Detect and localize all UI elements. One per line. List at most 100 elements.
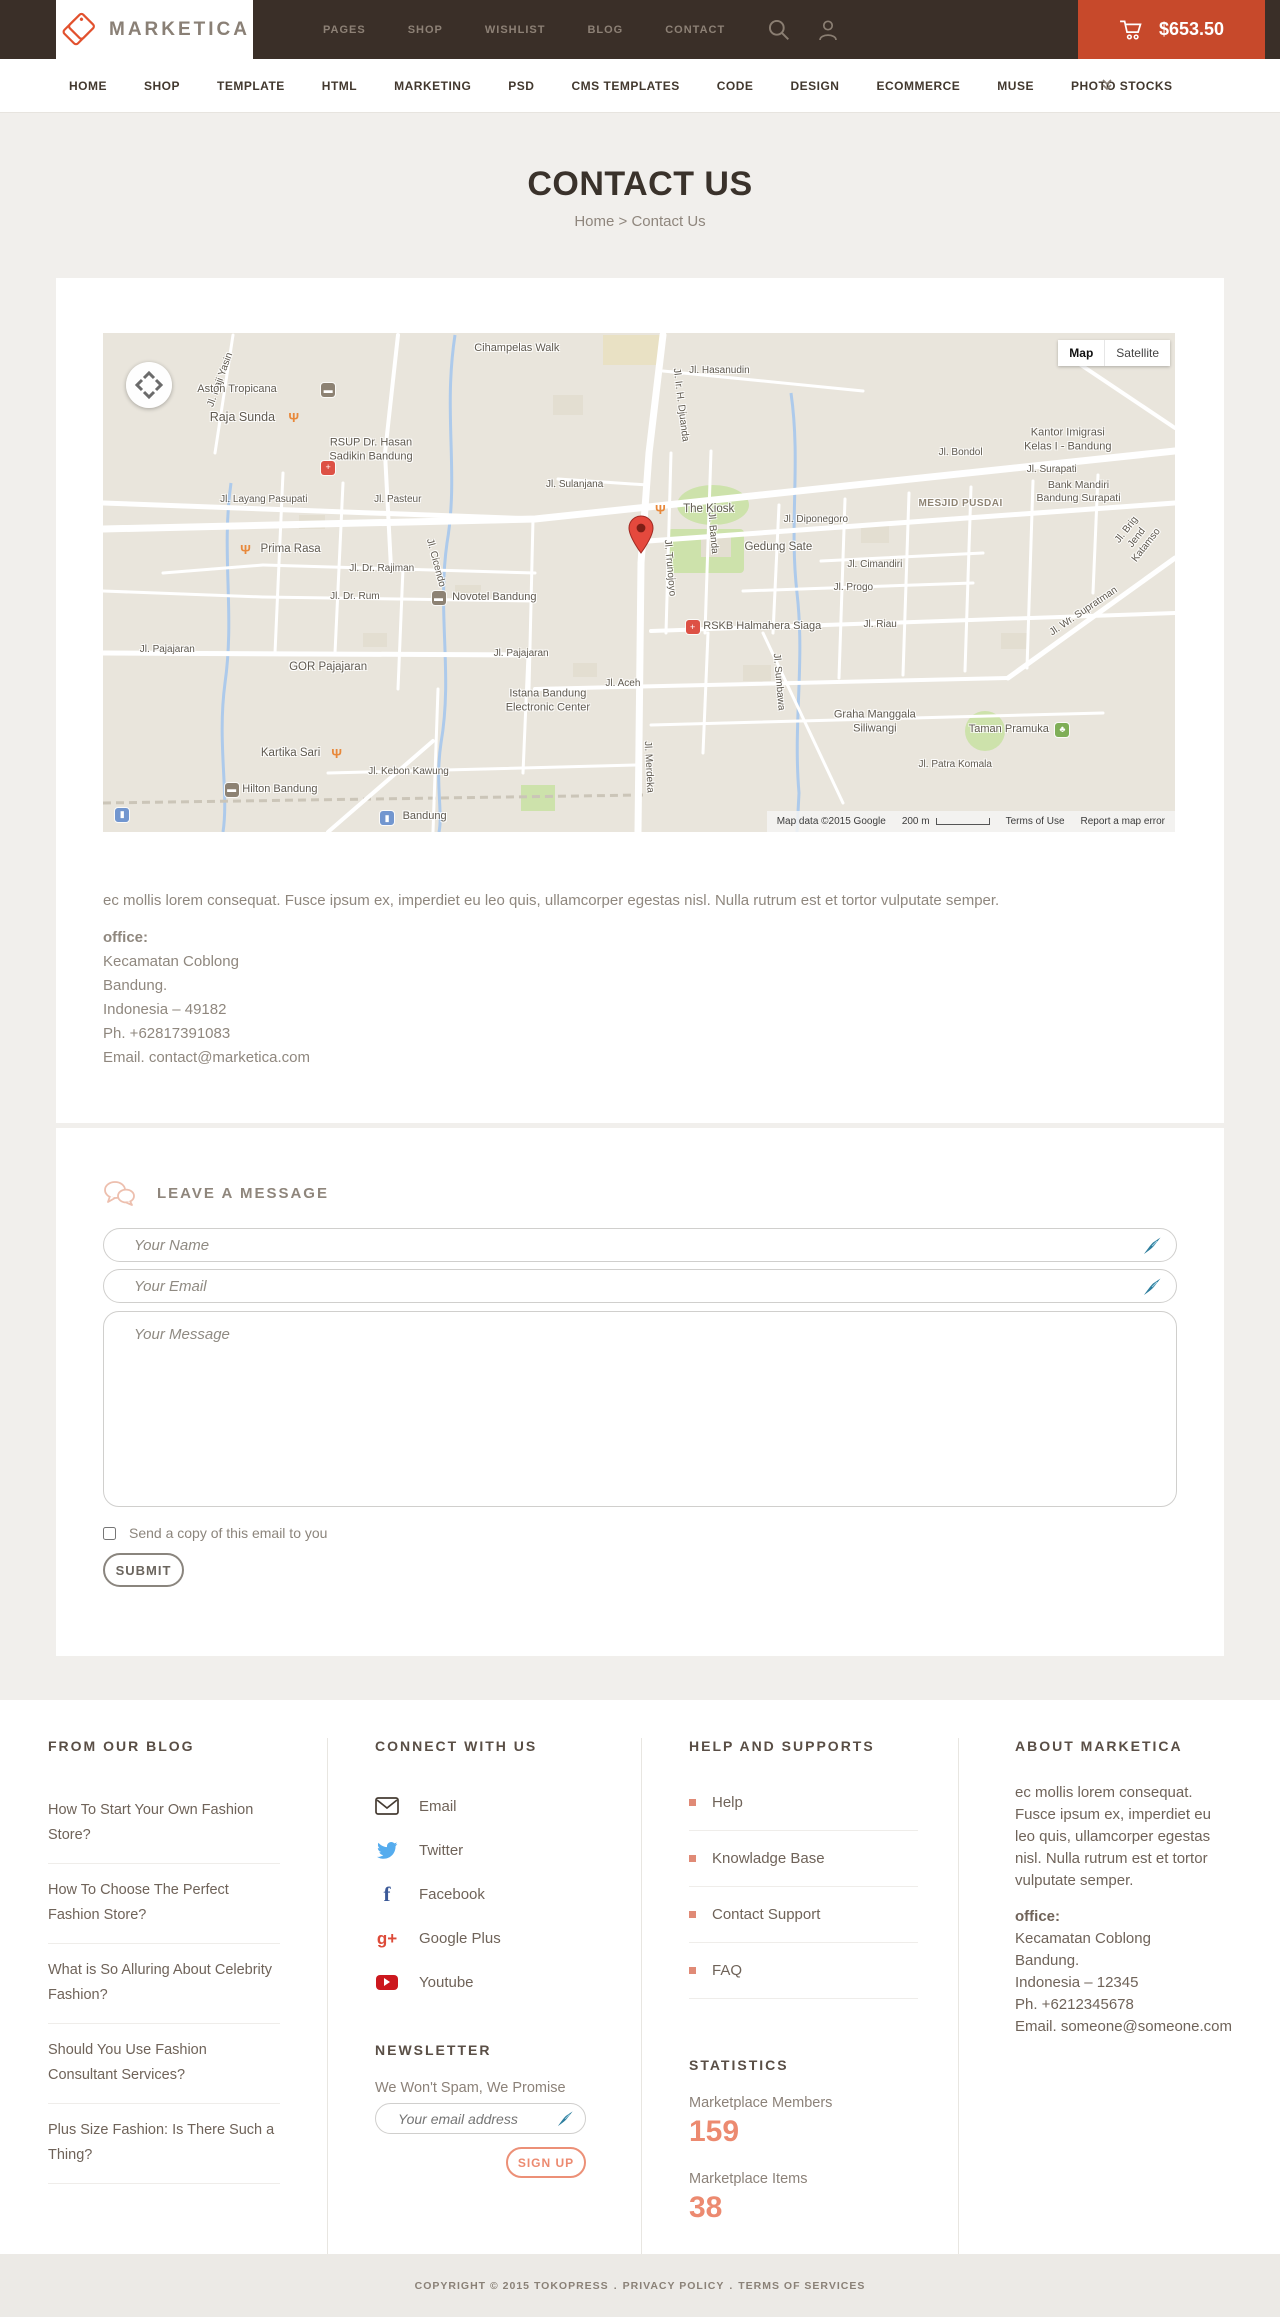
social-link-googleplus[interactable]: g+ Google Plus — [375, 1926, 601, 1950]
top-nav-item[interactable]: WISHLIST — [485, 24, 546, 36]
category-nav-item[interactable]: DESIGN — [790, 79, 839, 93]
user-icon[interactable] — [817, 18, 839, 42]
top-nav-item[interactable]: SHOP — [408, 24, 443, 36]
stat-label: Marketplace Items — [689, 2171, 808, 2187]
category-nav-item[interactable]: SHOP — [144, 79, 180, 93]
blog-link[interactable]: What is So Alluring About Celebrity Fash… — [48, 1944, 280, 2024]
category-nav-item[interactable]: HOME — [69, 79, 107, 93]
bullet-icon — [689, 1855, 696, 1862]
chevron-double-down-icon[interactable] — [1100, 77, 1114, 93]
footer-blog-column: FROM OUR BLOG How To Start Your Own Fash… — [48, 1738, 327, 2254]
office-line: Kecamatan Coblong — [1015, 1930, 1151, 1947]
form-heading: LEAVE A MESSAGE — [157, 1184, 329, 1202]
social-link-email[interactable]: Email — [375, 1794, 601, 1818]
category-nav-item[interactable]: CMS TEMPLATES — [571, 79, 679, 93]
top-nav-item[interactable]: BLOG — [587, 24, 623, 36]
category-nav-item[interactable]: MARKETING — [394, 79, 471, 93]
page-title: CONTACT US — [527, 165, 753, 203]
twitter-icon — [375, 1841, 399, 1860]
about-office-block: office: Kecamatan Coblong Bandung. Indon… — [1015, 1906, 1232, 2038]
category-nav-item[interactable]: TEMPLATE — [217, 79, 285, 93]
top-nav-item[interactable]: CONTACT — [665, 24, 725, 36]
footer-about-column: ABOUT MARKETICA ec mollis lorem consequa… — [958, 1738, 1232, 2254]
brand-name: MARKETICA — [109, 18, 250, 40]
top-nav-item[interactable]: PAGES — [323, 24, 366, 36]
map-poi-icon: + — [321, 460, 336, 475]
google-map[interactable]: Ψ ▬ + Ψ Ψ ▬ + ♣ Ψ ▬ ▮ ▮ Cihampelas Walk Jl. Hasanudi… — [103, 333, 1175, 832]
copyright-text: COPYRIGHT © 2015 TOKOPRESS — [414, 2279, 609, 2292]
chat-bubbles-icon — [104, 1181, 135, 1206]
office-line: Email. contact@marketica.com — [103, 1049, 310, 1066]
help-link[interactable]: Knowladge Base — [689, 1850, 918, 1887]
stat-label: Marketplace Members — [689, 2095, 833, 2111]
help-link[interactable]: FAQ — [689, 1962, 918, 1999]
map-type-map-button[interactable]: Map — [1058, 340, 1106, 366]
map-scale-bar — [935, 818, 990, 825]
stat-value: 38 — [689, 2191, 723, 2224]
email-icon — [375, 1797, 399, 1815]
map-marker-pin[interactable] — [628, 515, 654, 560]
top-nav: PAGES SHOP WISHLIST BLOG CONTACT — [323, 24, 725, 36]
social-link-twitter[interactable]: Twitter — [375, 1838, 601, 1862]
map-terms-link[interactable]: Terms of Use — [1006, 816, 1065, 827]
category-nav-item[interactable]: CODE — [717, 79, 754, 93]
cart-button[interactable]: $653.50 — [1078, 0, 1265, 59]
message-form-card: LEAVE A MESSAGE Send a copy of this emai… — [56, 1128, 1224, 1656]
social-link-youtube[interactable]: Youtube — [375, 1970, 601, 1994]
map-data-credit: Map data ©2015 Google — [776, 816, 886, 827]
help-link[interactable]: Help — [689, 1794, 918, 1831]
category-nav-item[interactable]: ECOMMERCE — [876, 79, 960, 93]
youtube-icon — [375, 1974, 399, 1990]
map-type-satellite-button[interactable]: Satellite — [1105, 340, 1170, 366]
map-poi-icon: Ψ — [331, 745, 342, 761]
map-poi-icon: Ψ — [655, 501, 666, 517]
logo[interactable]: MARKETICA — [56, 0, 253, 59]
signup-button[interactable]: SIGN UP — [506, 2147, 586, 2178]
contact-card: Ψ ▬ + Ψ Ψ ▬ + ♣ Ψ ▬ ▮ ▮ Cihampelas Walk Jl. Hasanudi… — [56, 278, 1224, 1123]
googleplus-icon: g+ — [376, 1928, 398, 1948]
search-icon[interactable] — [767, 18, 791, 42]
map-poi-icon: Ψ — [288, 410, 300, 426]
email-input[interactable] — [103, 1269, 1177, 1303]
message-textarea[interactable] — [103, 1311, 1177, 1507]
bullet-icon — [689, 1799, 696, 1806]
category-nav-item[interactable]: HTML — [322, 79, 357, 93]
help-link[interactable]: Contact Support — [689, 1906, 918, 1943]
blog-link[interactable]: How To Start Your Own Fashion Store? — [48, 1784, 280, 1864]
blog-link[interactable]: Plus Size Fashion: Is There Such a Thing… — [48, 2104, 280, 2184]
name-input[interactable] — [103, 1228, 1177, 1262]
privacy-policy-link[interactable]: PRIVACY POLICY — [623, 2280, 725, 2292]
breadcrumb-home[interactable]: Home — [574, 213, 614, 230]
submit-button[interactable]: SUBMIT — [103, 1553, 184, 1587]
category-nav: HOME SHOP TEMPLATE HTML MARKETING PSD CMS TEMP… — [0, 59, 1280, 113]
contact-intro-text: ec mollis lorem consequat. Fusce ipsum e… — [103, 892, 1000, 909]
copyright-bar: COPYRIGHT © 2015 TOKOPRESS . PRIVACY POL… — [0, 2254, 1280, 2317]
statistics-section: STATISTICS Marketplace Members 159 Marke… — [689, 2057, 918, 2225]
send-copy-label: Send a copy of this email to you — [129, 1525, 328, 1541]
terms-link[interactable]: TERMS OF SERVICES — [738, 2280, 865, 2292]
map-poi-icon: ▬ — [431, 591, 446, 606]
office-line: Ph. +62817391083 — [103, 1025, 231, 1042]
category-nav-item[interactable]: MUSE — [997, 79, 1034, 93]
footer-connect-heading: CONNECT WITH US — [375, 1738, 538, 1754]
map-type-control: Map Satellite — [1058, 340, 1170, 366]
about-text: ec mollis lorem consequat. Fusce ipsum e… — [1015, 1784, 1211, 1889]
map-poi-icon: ♣ — [1055, 722, 1070, 737]
footer-help-heading: HELP AND SUPPORTS — [689, 1738, 875, 1754]
category-nav-item[interactable]: PSD — [508, 79, 534, 93]
map-poi-icon: ▬ — [224, 782, 239, 797]
category-nav-item[interactable]: PHOTO STOCKS — [1071, 79, 1173, 93]
cart-icon — [1120, 19, 1142, 40]
map-report-error-link[interactable]: Report a map error — [1081, 816, 1165, 827]
footer-connect-column: CONNECT WITH US Email Twitter f Facebook… — [327, 1738, 641, 2254]
bullet-icon — [689, 1967, 696, 1974]
office-line: Indonesia – 12345 — [1015, 1974, 1139, 1991]
blog-link[interactable]: How To Choose The Perfect Fashion Store? — [48, 1864, 280, 1944]
newsletter-email-input[interactable] — [375, 2103, 586, 2134]
social-link-facebook[interactable]: f Facebook — [375, 1882, 601, 1906]
footer-about-heading: ABOUT MARKETICA — [1015, 1738, 1183, 1754]
map-poi-icon: Ψ — [240, 541, 251, 557]
blog-link[interactable]: Should You Use Fashion Consultant Servic… — [48, 2024, 280, 2104]
map-pan-control[interactable] — [126, 362, 172, 408]
send-copy-checkbox[interactable] — [103, 1526, 116, 1540]
